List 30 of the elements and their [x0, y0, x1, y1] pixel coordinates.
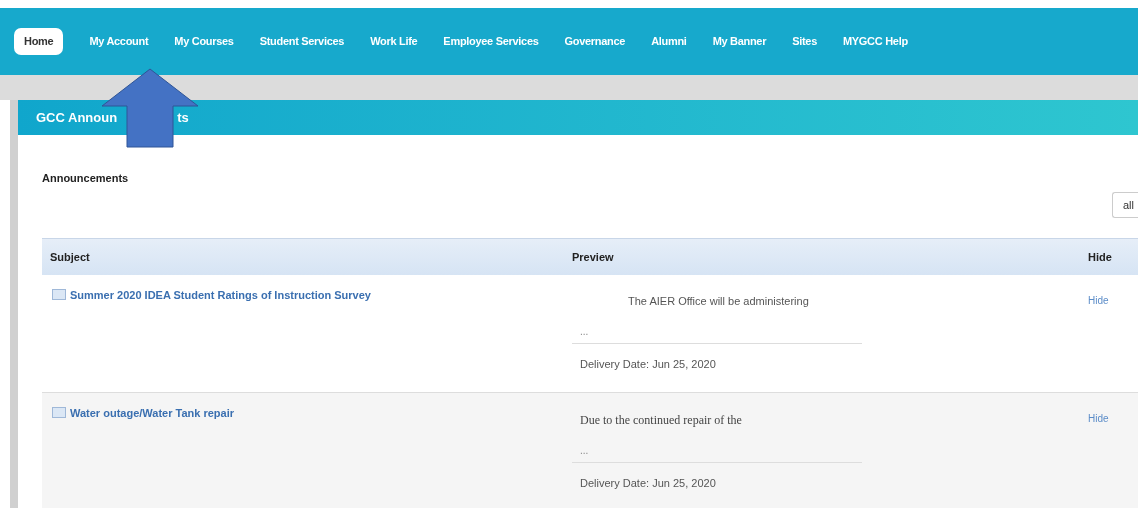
nav-tab[interactable]: Home	[14, 28, 64, 55]
filter-select[interactable]: all	[1112, 192, 1138, 218]
nav-tab[interactable]: My Banner	[712, 28, 767, 55]
column-header: Subject	[50, 249, 91, 265]
announcement-link[interactable]: Summer 2020 IDEA Student Ratings of Instruction Survey	[70, 287, 371, 304]
hide-link[interactable]: Hide	[1088, 295, 1109, 306]
nav-tab[interactable]: My Courses	[174, 28, 234, 55]
hide-link[interactable]: Hide	[1088, 413, 1109, 424]
preview-text: Due to the continued repair of the	[579, 412, 743, 429]
announcement-link[interactable]: Water outage/Water Tank repair	[70, 405, 235, 422]
ellipsis-text: ...	[579, 444, 590, 458]
nav-tab[interactable]: Employee Services	[443, 28, 539, 55]
nav-tab[interactable]: Sites	[792, 28, 817, 55]
nav-tab[interactable]: Alumni	[651, 28, 687, 55]
column-header: Preview	[572, 249, 615, 265]
column-header: Hide	[1088, 249, 1112, 265]
nav-tab[interactable]: Governance	[564, 28, 626, 55]
ellipsis-text: ...	[579, 324, 590, 339]
section-title: Announcements	[42, 172, 129, 184]
panel-title: GCC Announ	[36, 108, 118, 127]
preview-text: The AIER Office will be administering	[627, 294, 810, 309]
envelope-icon	[52, 407, 66, 418]
envelope-icon	[52, 289, 66, 300]
nav-tab[interactable]: Student Services	[259, 28, 345, 55]
delivery-date: Delivery Date: Jun 25, 2020	[579, 476, 717, 491]
delivery-date: Delivery Date: Jun 25, 2020	[579, 356, 717, 372]
nav-tab[interactable]: Work Life	[370, 28, 418, 55]
nav-tab[interactable]: MYGCC Help	[842, 28, 908, 55]
panel-title: ts	[177, 108, 189, 127]
nav-tab[interactable]: My Account	[89, 28, 149, 55]
